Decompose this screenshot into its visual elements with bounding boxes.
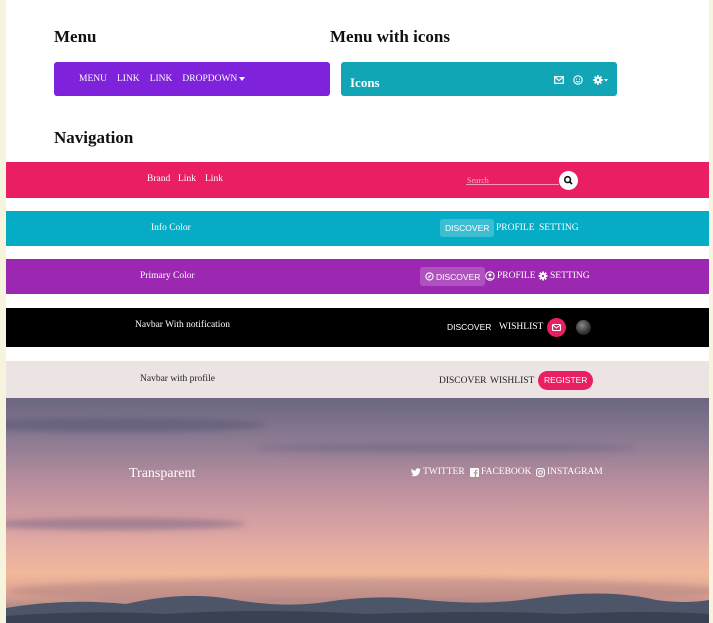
nav-item-wishlist[interactable]: WISHLIST — [490, 376, 534, 386]
transparent-navbar-hero: Transparent TWITTER FACEBOOK INSTAGRAM — [6, 398, 709, 623]
navbar-brand[interactable]: Primary Color — [140, 271, 195, 281]
nav-link-1[interactable]: Link — [178, 174, 196, 184]
dropdown-label: DROPDOWN — [182, 74, 238, 84]
gear-icon — [538, 271, 548, 281]
menu-item-dropdown[interactable]: DROPDOWN — [182, 74, 246, 84]
instagram-link[interactable]: INSTAGRAM — [536, 467, 603, 477]
smile-icon[interactable] — [573, 72, 583, 90]
navbar-primary: DISCOVER Primary Color PROFILE SETTING — [6, 259, 709, 294]
navigation-section-title: Navigation — [54, 128, 134, 147]
nav-item-wishlist[interactable]: WISHLIST — [499, 322, 543, 332]
mail-icon[interactable] — [554, 72, 564, 90]
twitter-label: TWITTER — [423, 467, 465, 477]
profile-label: PROFILE — [497, 271, 536, 281]
navbar-brand[interactable]: Brand — [147, 174, 170, 184]
gear-icon[interactable] — [593, 72, 609, 90]
cloud — [6, 518, 246, 530]
menu-item-menu[interactable]: MENU — [79, 74, 107, 84]
facebook-icon — [470, 467, 479, 477]
nav-item-discover-active[interactable]: DISCOVER — [440, 219, 495, 237]
nav-item-setting[interactable]: SETTING — [538, 271, 590, 281]
search-icon — [563, 175, 573, 185]
register-button[interactable]: REGISTER — [538, 371, 594, 390]
navbar-brand-pink: Brand Link Link — [6, 162, 709, 198]
navbar-profile: Navbar with profile DISCOVER WISHLIST RE… — [6, 361, 709, 398]
menu-icons-section-title: Menu with icons — [330, 27, 450, 46]
mountains-silhouette — [6, 593, 709, 623]
search-underline — [466, 184, 559, 185]
nav-item-discover[interactable]: DISCOVER — [447, 322, 491, 332]
twitter-icon — [411, 467, 421, 476]
navbar-brand[interactable]: Info Color — [151, 223, 191, 233]
nav-item-setting[interactable]: SETTING — [539, 223, 579, 233]
facebook-link[interactable]: FACEBOOK — [470, 467, 532, 477]
menu-item-link-2[interactable]: LINK — [150, 74, 173, 84]
menu-section-title: Menu — [54, 27, 97, 46]
mail-icon — [551, 323, 562, 332]
facebook-label: FACEBOOK — [481, 467, 532, 477]
cloud — [256, 443, 636, 453]
nav-item-profile[interactable]: PROFILE — [485, 271, 536, 281]
notification-button[interactable] — [547, 318, 566, 337]
instagram-icon — [536, 467, 545, 477]
nav-item-profile[interactable]: PROFILE — [496, 223, 535, 233]
menu-bar: MENU LINK LINK DROPDOWN — [54, 62, 330, 96]
nav-link-2[interactable]: Link — [205, 174, 223, 184]
navbar-info: Info Color DISCOVER PROFILE SETTING — [6, 211, 709, 246]
page: Menu Menu with icons Navigation MENU LIN… — [6, 0, 709, 623]
instagram-label: INSTAGRAM — [547, 467, 603, 477]
twitter-link[interactable]: TWITTER — [411, 467, 465, 477]
nav-item-discover[interactable]: DISCOVER — [439, 376, 487, 386]
user-circle-icon — [485, 271, 495, 281]
caret-down-icon — [239, 76, 246, 81]
compass-icon — [425, 272, 434, 281]
setting-label: SETTING — [550, 271, 590, 281]
nav-item-discover-active[interactable]: DISCOVER — [420, 267, 486, 286]
cloud — [6, 418, 266, 432]
navbar-brand[interactable]: Navbar With notification — [135, 320, 230, 330]
navbar-notification: Navbar With notification DISCOVER WISHLI… — [6, 308, 709, 347]
menu-item-link-1[interactable]: LINK — [117, 74, 140, 84]
avatar[interactable] — [576, 320, 591, 335]
icons-menu-label: Icons — [350, 75, 380, 90]
navbar-brand[interactable]: Transparent — [129, 466, 195, 482]
search-button[interactable] — [559, 171, 578, 190]
navbar-brand[interactable]: Navbar with profile — [140, 374, 215, 384]
discover-label: DISCOVER — [436, 271, 481, 282]
icons-menu-bar: Icons — [341, 62, 617, 96]
